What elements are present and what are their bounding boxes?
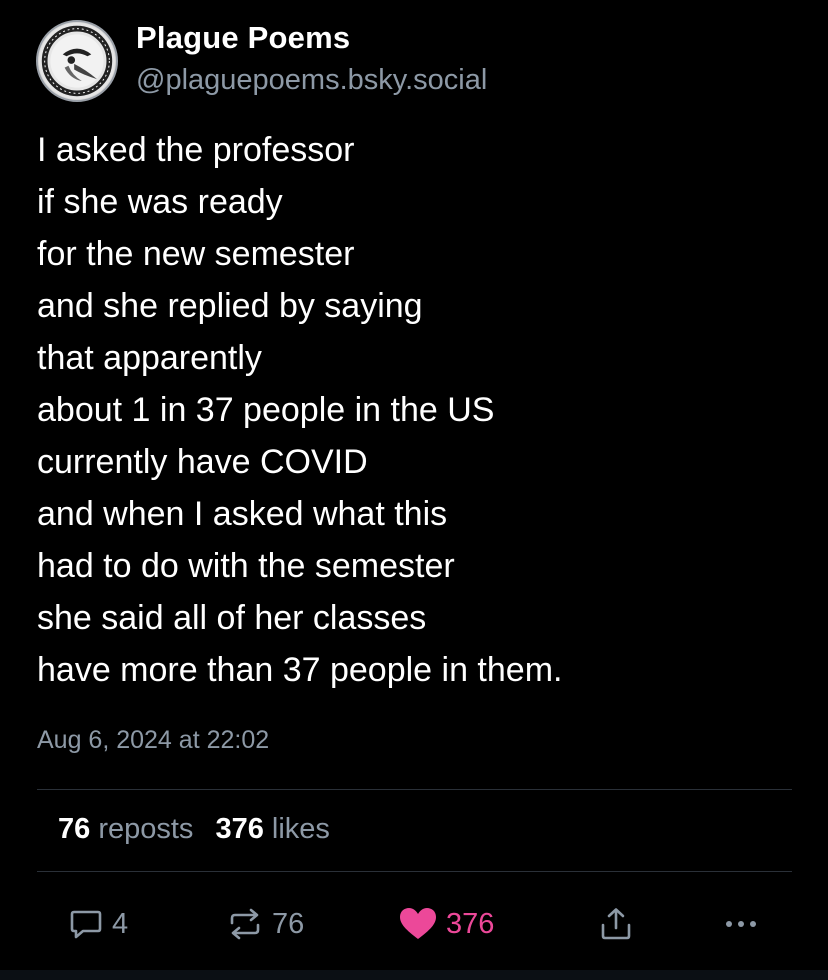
more-options-button[interactable] xyxy=(722,900,760,948)
repost-icon xyxy=(230,908,260,940)
post-line: for the new semester xyxy=(37,235,355,273)
bottom-bar-edge xyxy=(0,970,828,980)
likes-stat[interactable]: 376 likes xyxy=(215,813,329,845)
like-count: 376 xyxy=(446,907,495,940)
more-icon xyxy=(726,921,756,927)
reposts-label: reposts xyxy=(98,813,194,845)
heart-icon xyxy=(400,908,436,939)
share-button[interactable] xyxy=(598,900,634,948)
plague-doctor-avatar-icon xyxy=(38,22,116,100)
post-line: I asked the professor xyxy=(37,131,355,169)
post-line: currently have COVID xyxy=(37,443,368,481)
post-text: I asked the professor if she was ready f… xyxy=(37,124,797,696)
divider xyxy=(37,789,792,790)
repost-count: 76 xyxy=(272,907,305,940)
post-line: and she replied by saying xyxy=(37,287,423,325)
author-display-name[interactable]: Plague Poems xyxy=(136,20,350,56)
action-bar: 4 76 376 xyxy=(0,900,828,948)
likes-count: 376 xyxy=(215,813,264,845)
reply-icon xyxy=(70,910,102,939)
post-line: and when I asked what this xyxy=(37,495,448,533)
post-header: Plague Poems @plaguepoems.bsky.social xyxy=(36,18,796,102)
avatar[interactable] xyxy=(36,20,118,102)
likes-label: likes xyxy=(271,813,330,845)
repost-button[interactable]: 76 xyxy=(226,900,304,948)
reply-button[interactable]: 4 xyxy=(68,900,128,948)
post-line: about 1 in 37 people in the US xyxy=(37,391,495,429)
post-line: have more than 37 people in them. xyxy=(37,651,563,689)
post-line: she said all of her classes xyxy=(37,599,427,637)
reply-count: 4 xyxy=(112,907,129,940)
post-line: had to do with the semester xyxy=(37,547,455,585)
reposts-count: 76 xyxy=(58,813,91,845)
divider xyxy=(37,871,792,872)
share-icon xyxy=(601,908,631,940)
reposts-stat[interactable]: 76 reposts xyxy=(58,813,193,845)
like-button[interactable]: 376 xyxy=(398,900,494,948)
post-line: that apparently xyxy=(37,339,262,377)
author-handle[interactable]: @plaguepoems.bsky.social xyxy=(136,64,487,97)
post-line: if she was ready xyxy=(37,183,283,221)
post-timestamp: Aug 6, 2024 at 22:02 xyxy=(37,726,270,754)
engagement-stats: 76 reposts 376 likes xyxy=(58,813,330,846)
